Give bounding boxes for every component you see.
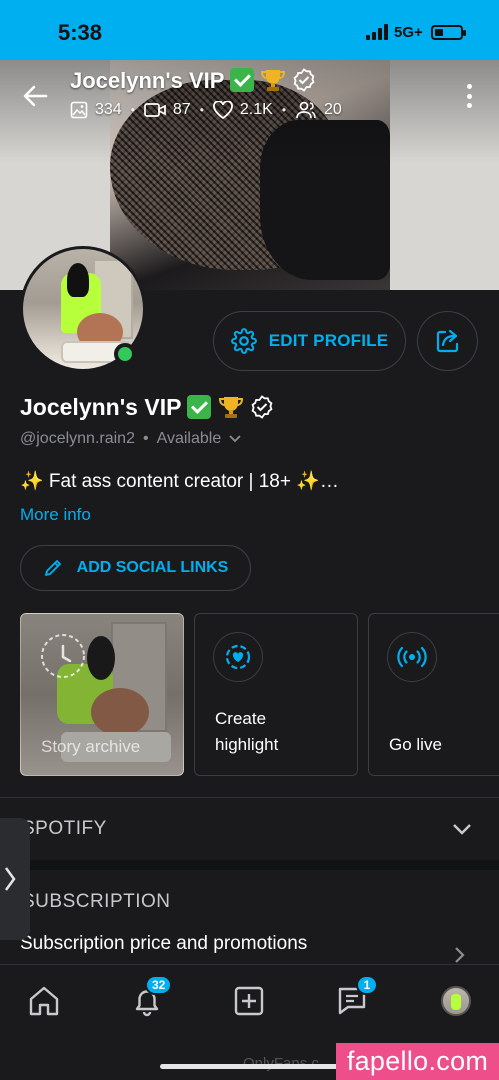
fapello-watermark: fapello.com: [336, 1043, 499, 1080]
spotify-section-title[interactable]: SPOTIFY: [22, 818, 107, 840]
notifications-badge: 32: [145, 975, 173, 995]
profile-bio: ✨ Fat ass content creator | 18+ ✨…: [20, 471, 339, 492]
home-tab[interactable]: [24, 981, 64, 1021]
story-archive-label: Story archive: [41, 736, 141, 756]
verified-icon: [293, 68, 315, 92]
profile-handle: @jocelynn.rain2: [20, 430, 135, 447]
messages-badge: 1: [356, 975, 378, 995]
check-emoji-icon: [187, 395, 212, 419]
fans-icon: [296, 101, 316, 119]
verified-icon: [251, 395, 273, 419]
handle-row: @jocelynn.rain2 • Available: [20, 430, 241, 448]
edit-profile-label: EDIT PROFILE: [268, 331, 389, 350]
trophy-icon: [218, 397, 243, 418]
header-title: Jocelynn's VIP: [70, 68, 316, 94]
profile-name: Jocelynn's VIP: [20, 394, 274, 421]
go-live-label: Go live: [389, 734, 442, 754]
notifications-tab[interactable]: 32: [127, 975, 173, 1021]
gear-icon: [230, 328, 257, 354]
live-broadcast-icon: [397, 646, 427, 668]
status-time: 5:38: [58, 20, 103, 45]
video-icon: [144, 103, 166, 117]
likes-count: 2.1K: [239, 101, 273, 118]
battery-icon: [431, 25, 466, 40]
availability-dropdown[interactable]: Available: [157, 430, 242, 448]
nav-avatar: [441, 986, 471, 1016]
create-highlight-card[interactable]: Create highlight: [194, 613, 358, 776]
chevron-right-icon: [4, 867, 16, 891]
history-icon: [41, 634, 85, 678]
network-label: 5G+: [394, 24, 423, 41]
profile-name-text: Jocelynn's VIP: [20, 394, 182, 420]
home-indicator[interactable]: [160, 1064, 340, 1069]
go-live-card[interactable]: Go live: [368, 613, 499, 776]
online-status-dot: [114, 343, 136, 365]
heart-icon: [213, 101, 233, 119]
signal-icon: [366, 24, 388, 40]
fans-count: 20: [324, 101, 342, 118]
create-post-tab[interactable]: [229, 981, 269, 1021]
trophy-icon: [261, 70, 286, 91]
chevron-down-icon[interactable]: [452, 822, 472, 836]
subscription-price-row[interactable]: Subscription price and promotions: [20, 933, 307, 955]
side-drawer-handle[interactable]: [0, 818, 30, 940]
separator: •: [142, 430, 149, 447]
chevron-right-icon[interactable]: [454, 946, 466, 964]
more-options-icon[interactable]: [464, 84, 474, 108]
home-icon: [29, 986, 59, 1016]
back-arrow-icon[interactable]: [22, 83, 48, 109]
videos-count: 87: [172, 101, 191, 118]
plus-square-icon: [234, 986, 264, 1016]
subscription-section-title: SUBSCRIPTION: [22, 891, 171, 912]
chevron-down-icon: [229, 435, 241, 443]
more-info-link[interactable]: More info: [20, 505, 91, 525]
header-stats: 334 • 87 • 2.1K • 20: [70, 101, 342, 119]
add-social-links-label: ADD SOCIAL LINKS: [76, 559, 229, 576]
header-title-text: Jocelynn's VIP: [70, 68, 225, 93]
photos-count: 334: [95, 101, 122, 118]
edit-profile-button[interactable]: EDIT PROFILE: [213, 311, 406, 371]
create-highlight-label: Create highlight: [215, 709, 279, 754]
availability-label: Available: [156, 430, 222, 447]
highlight-icon: [225, 644, 251, 670]
image-icon: [70, 101, 88, 119]
share-button[interactable]: [417, 311, 478, 371]
status-bar: 5:38 5G+: [0, 0, 499, 60]
pencil-icon: [44, 560, 61, 576]
check-emoji-icon: [230, 68, 255, 92]
profile-tab[interactable]: [436, 981, 476, 1021]
messages-tab[interactable]: 1: [332, 975, 378, 1021]
story-archive-card[interactable]: Story archive: [20, 613, 184, 776]
share-icon: [436, 329, 458, 353]
add-social-links-button[interactable]: ADD SOCIAL LINKS: [20, 545, 251, 591]
